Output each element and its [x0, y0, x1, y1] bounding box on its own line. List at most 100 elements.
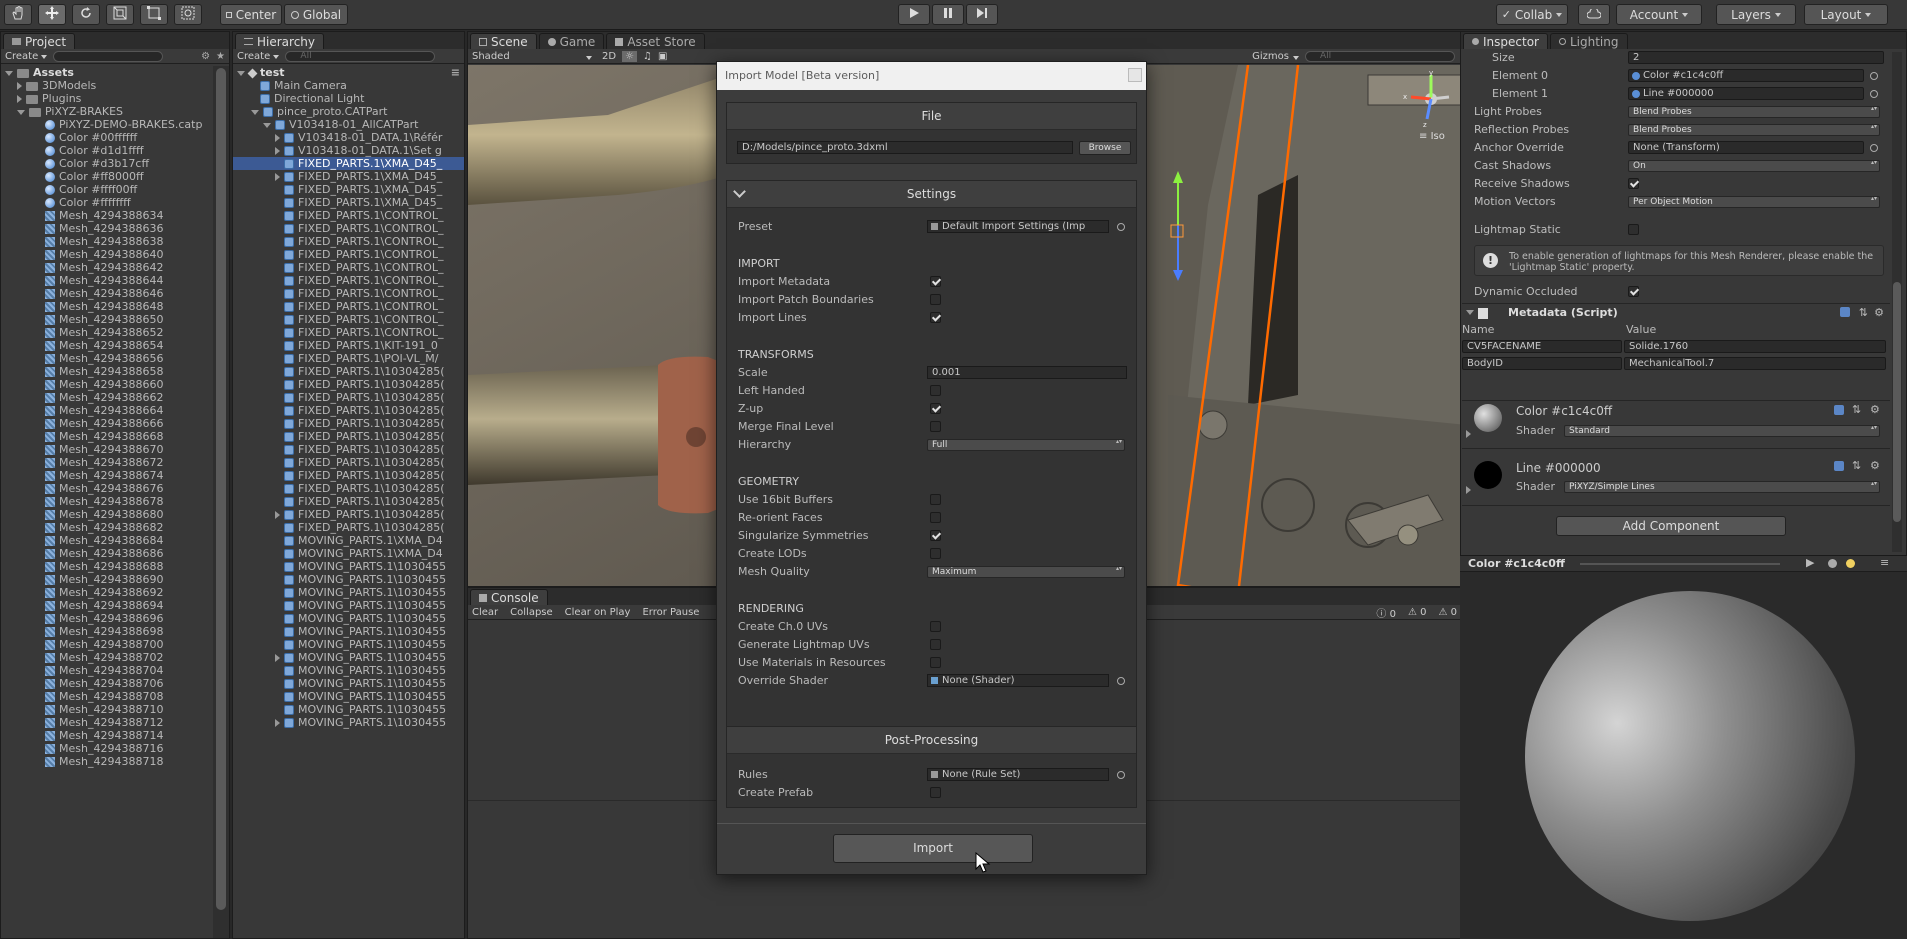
- gear-icon[interactable]: ⚙: [1874, 306, 1884, 319]
- hierarchy-item[interactable]: MOVING_PARTS.1\1030455: [233, 560, 464, 573]
- element0-field[interactable]: Color #c1c4c0ff: [1628, 69, 1864, 82]
- tab-asset-store[interactable]: Asset Store: [606, 33, 705, 49]
- dialog-title-bar[interactable]: Import Model [Beta version]: [717, 62, 1146, 90]
- project-asset-item[interactable]: Mesh_4294388650: [1, 313, 213, 326]
- hierarchy-item[interactable]: FIXED_PARTS.1\10304285(: [233, 430, 464, 443]
- transform-tool-button[interactable]: [174, 4, 202, 25]
- pause-button[interactable]: [932, 4, 964, 25]
- create-prefab-checkbox[interactable]: [930, 787, 941, 798]
- singularize-symmetries-checkbox[interactable]: [930, 530, 941, 541]
- layout-dropdown[interactable]: Layout: [1804, 4, 1888, 25]
- reorient-faces-checkbox[interactable]: [930, 512, 941, 523]
- hierarchy-item[interactable]: V103418-01_DATA.1\Référ: [233, 131, 464, 144]
- hand-tool-button[interactable]: [4, 4, 32, 25]
- fold-closed-icon[interactable]: [275, 147, 280, 155]
- project-asset-item[interactable]: Mesh_4294388718: [1, 755, 213, 768]
- hierarchy-item[interactable]: FIXED_PARTS.1\XMA_D45_: [233, 157, 464, 170]
- hierarchy-item[interactable]: MOVING_PARTS.1\1030455: [233, 703, 464, 716]
- hierarchy-item[interactable]: MOVING_PARTS.1\1030455: [233, 677, 464, 690]
- object-picker-icon[interactable]: [1870, 72, 1878, 80]
- hierarchy-item[interactable]: FIXED_PARTS.1\10304285(: [233, 365, 464, 378]
- tab-game[interactable]: Game: [538, 33, 605, 49]
- hierarchy-item[interactable]: FIXED_PARTS.1\CONTROL_: [233, 274, 464, 287]
- tab-lighting[interactable]: Lighting: [1549, 33, 1628, 49]
- hierarchy-item[interactable]: MOVING_PARTS.1\1030455: [233, 690, 464, 703]
- project-asset-item[interactable]: Mesh_4294388712: [1, 716, 213, 729]
- project-asset-item[interactable]: Mesh_4294388644: [1, 274, 213, 287]
- object-picker-icon[interactable]: [1117, 677, 1125, 685]
- dialog-close-button[interactable]: [1128, 68, 1142, 82]
- z-up-checkbox[interactable]: [930, 403, 941, 414]
- hierarchy-item[interactable]: MOVING_PARTS.1\1030455: [233, 638, 464, 651]
- hierarchy-item[interactable]: MOVING_PARTS.1\XMA_D4: [233, 547, 464, 560]
- project-asset-item[interactable]: Mesh_4294388710: [1, 703, 213, 716]
- hierarchy-item[interactable]: FIXED_PARTS.1\10304285(: [233, 508, 464, 521]
- hierarchy-item[interactable]: FIXED_PARTS.1\XMA_D45_: [233, 170, 464, 183]
- audio-toggle-icon[interactable]: ♫: [643, 51, 652, 62]
- fold-closed-icon[interactable]: [1466, 486, 1471, 494]
- hierarchy-item[interactable]: FIXED_PARTS.1\CONTROL_: [233, 313, 464, 326]
- pivot-center-toggle[interactable]: Center: [220, 4, 282, 25]
- project-asset-item[interactable]: Mesh_4294388714: [1, 729, 213, 742]
- project-asset-item[interactable]: Mesh_4294388704: [1, 664, 213, 677]
- folder-plugins[interactable]: Plugins: [1, 92, 213, 105]
- hierarchy-item[interactable]: FIXED_PARTS.1\10304285(: [233, 378, 464, 391]
- use-materials-checkbox[interactable]: [930, 657, 941, 668]
- project-asset-item[interactable]: Mesh_4294388668: [1, 430, 213, 443]
- filter-icon[interactable]: ⚙: [201, 51, 210, 62]
- import-lines-checkbox[interactable]: [930, 312, 941, 323]
- hierarchy-item[interactable]: FIXED_PARTS.1\10304285(: [233, 469, 464, 482]
- scene-search-input[interactable]: All: [1305, 50, 1455, 62]
- project-asset-item[interactable]: Mesh_4294388638: [1, 235, 213, 248]
- left-handed-checkbox[interactable]: [930, 385, 941, 396]
- console-error-pause-button[interactable]: Error Pause: [642, 607, 699, 618]
- project-asset-item[interactable]: Mesh_4294388682: [1, 521, 213, 534]
- fold-closed-icon[interactable]: [275, 654, 280, 662]
- project-create-button[interactable]: Create: [5, 51, 48, 62]
- gear-icon[interactable]: ⚙: [1870, 459, 1880, 472]
- hierarchy-item[interactable]: FIXED_PARTS.1\10304285(: [233, 456, 464, 469]
- metadata-component-header[interactable]: Metadata (Script) ⇅ ⚙: [1462, 306, 1890, 322]
- hierarchy-item[interactable]: MOVING_PARTS.1\1030455: [233, 573, 464, 586]
- shaded-dropdown[interactable]: Shaded: [472, 51, 596, 62]
- hierarchy-item[interactable]: MOVING_PARTS.1\XMA_D4: [233, 534, 464, 547]
- hierarchy-item[interactable]: FIXED_PARTS.1\CONTROL_: [233, 222, 464, 235]
- project-asset-item[interactable]: Mesh_4294388674: [1, 469, 213, 482]
- layers-dropdown[interactable]: Layers: [1716, 4, 1796, 25]
- hierarchy-dropdown[interactable]: Full: [927, 439, 1125, 451]
- material2-shader-dropdown[interactable]: PiXYZ/Simple Lines: [1564, 481, 1880, 493]
- motion-vectors-dropdown[interactable]: Per Object Motion: [1628, 196, 1880, 208]
- project-asset-item[interactable]: Mesh_4294388648: [1, 300, 213, 313]
- hierarchy-item[interactable]: pince_proto.CATPart: [233, 105, 464, 118]
- metadata-name-cell[interactable]: CV5FACENAME: [1462, 340, 1622, 353]
- folder-pixyz-brakes[interactable]: PiXYZ-BRAKES: [1, 105, 213, 118]
- hierarchy-item[interactable]: MOVING_PARTS.1\1030455: [233, 664, 464, 677]
- hierarchy-item[interactable]: FIXED_PARTS.1\10304285(: [233, 521, 464, 534]
- hierarchy-item[interactable]: MOVING_PARTS.1\1030455: [233, 625, 464, 638]
- project-asset-item[interactable]: Mesh_4294388670: [1, 443, 213, 456]
- project-asset-item[interactable]: Mesh_4294388672: [1, 456, 213, 469]
- hierarchy-item[interactable]: FIXED_PARTS.1\CONTROL_: [233, 300, 464, 313]
- step-button[interactable]: [966, 4, 998, 25]
- object-picker-icon[interactable]: [1117, 223, 1125, 231]
- fold-open-icon[interactable]: [263, 122, 271, 128]
- create-uvs-checkbox[interactable]: [930, 621, 941, 632]
- project-asset-item[interactable]: Mesh_4294388690: [1, 573, 213, 586]
- hierarchy-item[interactable]: Directional Light: [233, 92, 464, 105]
- hierarchy-item[interactable]: FIXED_PARTS.1\10304285(: [233, 404, 464, 417]
- merge-final-level-checkbox[interactable]: [930, 421, 941, 432]
- preview-title[interactable]: Color #c1c4c0ff: [1468, 557, 1565, 570]
- project-search-input[interactable]: [53, 50, 164, 62]
- hierarchy-create-button[interactable]: Create: [237, 51, 280, 62]
- console-info-toggle[interactable]: ⓘ 0: [1376, 605, 1396, 620]
- metadata-value-cell[interactable]: MechanicalTool.7: [1624, 357, 1886, 370]
- lighting-toggle-icon[interactable]: ☼: [622, 50, 638, 62]
- object-picker-icon[interactable]: [1870, 90, 1878, 98]
- project-asset-item[interactable]: Mesh_4294388664: [1, 404, 213, 417]
- material-preview-sphere[interactable]: [1525, 591, 1855, 921]
- inspector-scrollbar[interactable]: [1892, 52, 1902, 552]
- fold-closed-icon[interactable]: [275, 511, 280, 519]
- project-asset-item[interactable]: Color #ffffffff: [1, 196, 213, 209]
- material1-shader-dropdown[interactable]: Standard: [1564, 425, 1880, 437]
- hierarchy-item[interactable]: FIXED_PARTS.1\10304285(: [233, 443, 464, 456]
